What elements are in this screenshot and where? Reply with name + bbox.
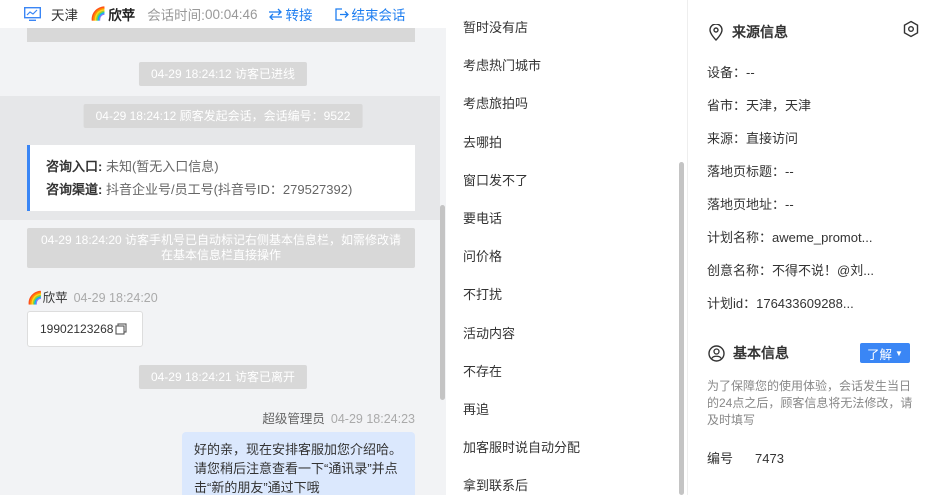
- device-row: 设备：--: [707, 65, 755, 80]
- admin-message-bubble: 好的亲，现在安排客服加您介绍哈。请您稍后注意查看一下“通讯录”并点击“新的朋友”…: [182, 432, 415, 495]
- admin-message-meta: 超级管理员 04-29 18:24:23: [262, 408, 415, 427]
- info-panel: 来源信息 设备：-- 省市：天津，天津 来源：直接访问 落地页标题：-- 落地页…: [688, 0, 937, 495]
- consult-entry-value: 未知(暂无入口信息): [105, 159, 219, 174]
- consult-info-card: 咨询入口: 未知(暂无入口信息) 咨询渠道: 抖音企业号/员工号(抖音号ID：2…: [27, 145, 415, 211]
- quick-reply-item[interactable]: 考虑热门城市: [463, 55, 541, 74]
- quick-reply-item[interactable]: 去哪拍: [463, 132, 502, 151]
- quick-reply-scrollbar[interactable]: [679, 162, 684, 495]
- learn-more-label: 了解: [867, 347, 893, 362]
- phone-message-bubble[interactable]: 19902123268: [27, 311, 143, 347]
- learn-more-button[interactable]: 了解 ▼: [860, 343, 910, 363]
- quick-reply-item[interactable]: 问价格: [463, 246, 502, 265]
- quick-reply-item[interactable]: 不打扰: [463, 284, 502, 303]
- id-row: 编号 7473: [707, 448, 784, 467]
- source-row: 来源：直接访问: [707, 131, 799, 146]
- end-session-label: 结束会话: [351, 8, 406, 23]
- basic-info-title: 基本信息: [708, 343, 789, 363]
- copy-icon[interactable]: [115, 323, 127, 335]
- chat-header: 天津 🌈 欣苹 会话时间: 00:04:46 转接 结束会话: [0, 0, 446, 28]
- landing-url-row: 落地页地址：--: [707, 197, 794, 212]
- quick-reply-list: 暂时没有店考虑热门城市 考虑旅拍吗去哪拍窗口发不了要电话问价格不打扰活动内容不存在…: [446, 0, 688, 495]
- hexagon-settings-icon[interactable]: [902, 20, 920, 38]
- transfer-button[interactable]: 转接: [268, 4, 313, 24]
- system-message-entered: 04-29 18:24:12 访客已进线: [138, 62, 308, 86]
- transfer-icon: [268, 8, 282, 20]
- system-message-cut: [27, 28, 415, 42]
- admin-message-name: 超级管理员: [262, 412, 325, 426]
- session-timer-label: 会话时间:: [147, 8, 205, 23]
- system-message-started: 04-29 18:24:12 顾客发起会话，会话编号：9522: [83, 104, 363, 128]
- transfer-label: 转接: [285, 8, 313, 23]
- quick-reply-item[interactable]: 要电话: [463, 208, 502, 227]
- quick-reply-item[interactable]: 不存在: [463, 361, 502, 380]
- source-info-title: 来源信息: [708, 22, 788, 42]
- creative-name-row: 创意名称：不得不说！@刘...: [707, 263, 875, 278]
- location-pin-icon: [709, 23, 723, 41]
- monitor-icon: [24, 7, 41, 21]
- quick-reply-item[interactable]: 加客服时说自动分配: [463, 437, 580, 456]
- source-info-title-text: 来源信息: [732, 24, 788, 40]
- consult-channel-value: 抖音企业号/员工号(抖音号ID：279527392): [105, 182, 353, 197]
- quick-reply-item[interactable]: 活动内容: [463, 323, 515, 342]
- user-circle-icon: [708, 344, 725, 362]
- session-timer: 00:04:46: [204, 6, 258, 22]
- system-message-left: 04-29 18:24:21 访客已离开: [138, 365, 308, 389]
- admin-message-time: 04-29 18:24:23: [330, 412, 415, 426]
- quick-reply-item[interactable]: 考虑旅拍吗: [463, 93, 528, 112]
- quick-reply-item[interactable]: 暂时没有店: [463, 17, 528, 36]
- consult-channel-label: 咨询渠道:: [46, 182, 103, 197]
- visitor-city: 天津: [51, 8, 78, 23]
- agent-message-name: 欣苹: [42, 291, 68, 305]
- phone-number: 19902123268: [40, 322, 114, 336]
- exit-icon: [334, 7, 349, 21]
- consult-entry-row: 咨询入口: 未知(暂无入口信息): [46, 155, 399, 178]
- edit-notice: 为了保障您的使用体验，会话发生当日的24点之后，顾客信息将无法修改，请及时填写: [707, 379, 913, 427]
- consult-entry-label: 咨询入口:: [46, 159, 103, 174]
- chat-scrollbar[interactable]: [440, 205, 445, 400]
- id-value: 7473: [755, 451, 784, 466]
- quick-reply-item[interactable]: 拿到联系后: [463, 475, 528, 494]
- agent-message-meta: 🌈欣苹 04-29 18:24:20: [27, 287, 158, 306]
- province-row: 省市：天津，天津: [707, 98, 812, 113]
- plan-name-row: 计划名称：aweme_promot...: [707, 230, 873, 245]
- chat-panel: 04-29 18:24:12 访客已进线 04-29 18:24:12 顾客发起…: [0, 0, 446, 495]
- id-label: 编号: [707, 451, 734, 466]
- plan-id-row: 计划id：176433609288...: [707, 296, 854, 311]
- basic-info-title-text: 基本信息: [733, 345, 789, 361]
- rainbow-icon: 🌈: [27, 291, 43, 305]
- rainbow-icon: 🌈: [90, 6, 107, 21]
- caret-down-icon: ▼: [895, 348, 903, 358]
- system-message-phone-marked: 04-29 18:24:20 访客手机号已自动标记右侧基本信息栏，如需修改请在基…: [27, 228, 415, 268]
- end-session-button[interactable]: 结束会话: [334, 4, 406, 24]
- quick-reply-item[interactable]: 窗口发不了: [463, 170, 528, 189]
- quick-reply-item[interactable]: 再追: [463, 399, 489, 418]
- consult-channel-row: 咨询渠道: 抖音企业号/员工号(抖音号ID：279527392): [46, 178, 399, 201]
- agent-message-time: 04-29 18:24:20: [73, 291, 158, 305]
- agent-name: 欣苹: [108, 8, 136, 23]
- landing-title-row: 落地页标题：--: [707, 164, 794, 179]
